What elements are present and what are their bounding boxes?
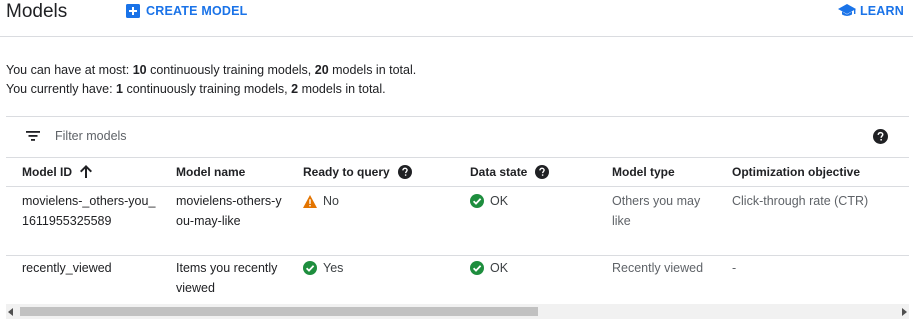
ready-to-query-cell: Yes [287, 256, 454, 303]
learn-label: LEARN [859, 4, 904, 18]
ready-to-query-cell: No [287, 186, 454, 256]
column-header-optimization-objective: Optimization objective [716, 157, 909, 187]
create-model-label: CREATE MODEL [146, 4, 248, 18]
table-row[interactable]: recently_viewed Items you recently viewe… [6, 256, 909, 303]
help-icon[interactable] [535, 164, 550, 179]
column-header-model-id[interactable]: Model ID [6, 157, 160, 187]
column-header-model-name: Model name [160, 157, 287, 187]
max-total-count: 20 [314, 63, 329, 77]
check-circle-icon [470, 194, 484, 208]
optimization-objective-cell: Click-through rate (CTR) [716, 186, 909, 256]
horizontal-scrollbar[interactable] [6, 304, 909, 319]
column-header-data-state: Data state [454, 157, 596, 187]
filter-bar [6, 116, 909, 158]
model-type-cell: Recently viewed [612, 261, 704, 275]
model-type-cell: Others you may like [596, 186, 716, 256]
table-header-row: Model ID Model name Ready to query Data … [6, 157, 909, 187]
model-id-cell[interactable]: recently_viewed [6, 256, 160, 303]
quota-current-text: You currently have: 1 continuously train… [6, 82, 386, 96]
arrow-upward-icon[interactable] [80, 165, 92, 178]
scroll-left-arrow-icon[interactable] [8, 308, 13, 316]
help-icon[interactable] [397, 164, 412, 179]
table-row[interactable]: movielens-_others-you_1611955325589 movi… [6, 186, 909, 256]
model-id-cell[interactable]: movielens-_others-you_1611955325589 [6, 186, 160, 256]
check-circle-icon [470, 261, 484, 275]
max-continuous-count: 10 [132, 63, 147, 77]
column-header-ready-to-query: Ready to query [287, 157, 454, 187]
data-state-cell: OK [454, 256, 596, 303]
quota-max-text: You can have at most: 10 continuously tr… [6, 63, 417, 77]
data-state-cell: OK [454, 186, 596, 256]
optimization-objective-cell: - [732, 261, 737, 275]
check-circle-icon [303, 261, 317, 275]
filter-models-input[interactable] [55, 127, 455, 145]
page-title: Models [6, 1, 68, 22]
create-model-button[interactable]: CREATE MODEL [126, 3, 247, 19]
column-header-model-type: Model type [596, 157, 716, 187]
filter-list-icon[interactable] [26, 131, 40, 141]
model-name-cell: Items you recently viewed [176, 261, 278, 295]
models-table: Model ID Model name Ready to query Data … [6, 157, 909, 303]
page-header: Models CREATE MODEL LEARN [0, 0, 913, 37]
school-icon [837, 4, 856, 16]
scrollbar-thumb[interactable] [20, 307, 538, 316]
current-continuous-count: 1 [116, 82, 123, 96]
add-box-icon [126, 4, 140, 18]
model-name-cell: movielens-others-you-may-like [160, 186, 287, 256]
learn-button[interactable]: LEARN [837, 3, 904, 19]
warning-icon [303, 194, 317, 208]
scroll-right-arrow-icon[interactable] [902, 308, 907, 316]
help-icon[interactable] [873, 129, 888, 144]
